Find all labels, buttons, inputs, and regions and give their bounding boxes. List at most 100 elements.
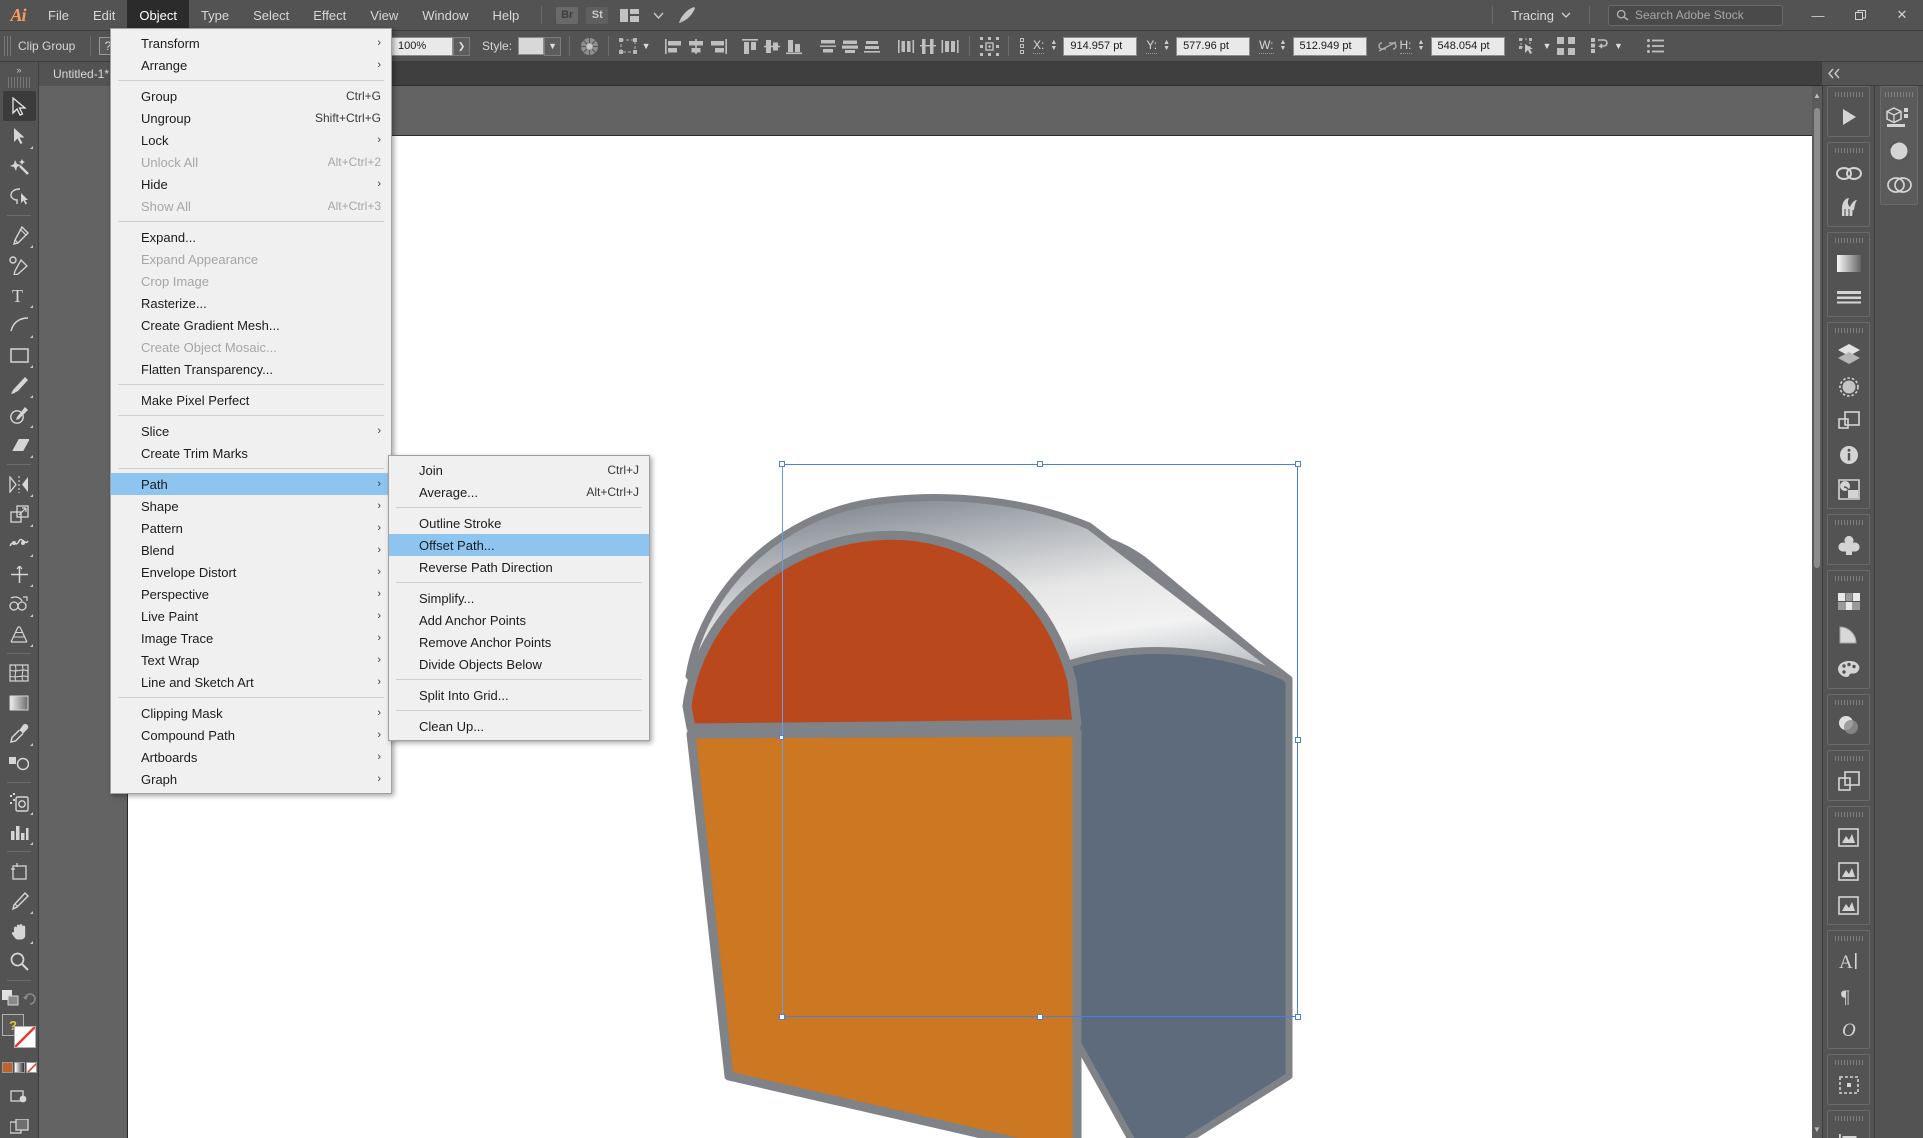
selection-handle-br[interactable]	[1295, 1014, 1301, 1020]
align-right-icon[interactable]	[707, 35, 729, 57]
opacity-field[interactable]: 100%	[391, 36, 454, 56]
selection-center-anchor[interactable]	[779, 735, 784, 740]
align-bottom-icon[interactable]	[783, 35, 805, 57]
gradient-button[interactable]	[13, 1062, 25, 1073]
menu-item-live-paint[interactable]: Live Paint ›	[111, 605, 391, 627]
properties-play-icon[interactable]	[1828, 100, 1869, 134]
control-bar-grip[interactable]	[4, 36, 11, 56]
gradient-icon[interactable]	[1828, 246, 1869, 280]
menu-item-group[interactable]: Group Ctrl+G	[111, 85, 391, 107]
menu-item-offset-path[interactable]: Offset Path...	[389, 534, 649, 556]
appearance-icon[interactable]	[1828, 370, 1869, 404]
menubar-item-help[interactable]: Help	[480, 0, 531, 31]
distribute-horizontal-left-icon[interactable]	[895, 35, 917, 57]
blend-tool[interactable]	[3, 748, 36, 778]
panel-grip[interactable]	[1834, 145, 1863, 155]
transform-dropdown-icon[interactable]: ▼	[639, 37, 653, 56]
color-panel-icon[interactable]	[1828, 652, 1869, 686]
distribute-top-icon[interactable]	[817, 35, 839, 57]
line-segment-tool[interactable]	[3, 310, 36, 340]
3d-materials-icon[interactable]	[1881, 100, 1917, 134]
menubar-item-view[interactable]: View	[358, 0, 410, 31]
scrollbar-thumb[interactable]	[1814, 108, 1820, 568]
menu-item-outline-stroke[interactable]: Outline Stroke	[389, 512, 649, 534]
character-icon[interactable]: A	[1828, 944, 1869, 978]
menu-item-create-trim-marks[interactable]: Create Trim Marks	[111, 442, 391, 464]
document-setup-icon[interactable]	[1589, 35, 1611, 57]
transform-bounding-icon[interactable]	[617, 35, 639, 57]
layers-icon[interactable]	[1828, 336, 1869, 370]
zoom-tool[interactable]	[3, 946, 36, 976]
scroll-up-arrow-icon[interactable]: ▲	[1812, 89, 1822, 101]
w-stepper[interactable]: ▲ ▼	[1277, 37, 1290, 56]
eyedropper-tool[interactable]	[3, 718, 36, 748]
right-panel-collapse-bar[interactable]	[1822, 62, 1923, 86]
reference-point-icon[interactable]	[1017, 35, 1033, 57]
width-tool[interactable]	[3, 529, 36, 559]
menubar-item-object[interactable]: Object	[127, 0, 189, 31]
arrange-documents-grid-icon[interactable]	[1555, 35, 1577, 57]
artboard-tool[interactable]	[3, 856, 36, 886]
w-field[interactable]: 512.949 pt	[1292, 36, 1367, 56]
libraries-icon-2[interactable]	[1828, 854, 1869, 888]
selection-handle-mr[interactable]	[1295, 737, 1301, 743]
mesh-tool[interactable]	[3, 658, 36, 688]
minimize-button[interactable]: —	[1797, 0, 1839, 31]
panel-grip[interactable]	[1834, 573, 1863, 583]
perspective-grid-tool[interactable]	[3, 619, 36, 649]
panel-grip[interactable]	[1885, 89, 1913, 99]
change-screen-mode-icon[interactable]	[3, 1081, 36, 1111]
color-guide-icon[interactable]	[1828, 618, 1869, 652]
stroke-panel-icon[interactable]	[1828, 280, 1869, 314]
menu-item-perspective[interactable]: Perspective ›	[111, 583, 391, 605]
control-bar-menu-icon[interactable]	[1645, 35, 1667, 57]
hand-tool[interactable]	[3, 916, 36, 946]
canvas-vertical-scrollbar[interactable]: ▲ ▼	[1812, 86, 1822, 1138]
menu-item-ungroup[interactable]: Ungroup Shift+Ctrl+G	[111, 107, 391, 129]
curvature-tool[interactable]	[3, 250, 36, 280]
menu-item-add-anchor-points[interactable]: Add Anchor Points	[389, 609, 649, 631]
menu-item-clipping-mask[interactable]: Clipping Mask ›	[111, 702, 391, 724]
menu-item-simplify[interactable]: Simplify...	[389, 587, 649, 609]
align-to-selection-icon[interactable]	[978, 35, 1000, 57]
scroll-down-arrow-icon[interactable]: ▼	[1812, 1123, 1822, 1135]
paragraph-icon[interactable]: ¶	[1828, 978, 1869, 1012]
menu-item-arrange[interactable]: Arrange ›	[111, 54, 391, 76]
h-stepper[interactable]: ▲ ▼	[1415, 37, 1428, 56]
menubar-item-window[interactable]: Window	[410, 0, 480, 31]
shaper-tool[interactable]	[3, 400, 36, 430]
selection-handle-bl[interactable]	[779, 1014, 785, 1020]
menu-item-hide[interactable]: Hide ›	[111, 173, 391, 195]
bridge-icon[interactable]: Br	[556, 6, 579, 24]
selection-handle-bc[interactable]	[1037, 1014, 1043, 1020]
rectangle-tool[interactable]	[3, 340, 36, 370]
eraser-tool[interactable]	[3, 430, 36, 460]
selection-handle-tc[interactable]	[1037, 461, 1043, 467]
libraries-icon[interactable]	[1828, 820, 1869, 854]
panel-grip[interactable]	[1834, 325, 1863, 335]
menu-item-shape[interactable]: Shape ›	[111, 495, 391, 517]
panel-grip[interactable]	[1834, 89, 1863, 99]
artboards-icon[interactable]	[1828, 1068, 1869, 1102]
transparency-icon[interactable]	[1828, 708, 1869, 742]
align-top-icon[interactable]	[739, 35, 761, 57]
menu-item-remove-anchor-points[interactable]: Remove Anchor Points	[389, 631, 649, 653]
pathfinder-icon[interactable]	[1828, 404, 1869, 438]
distribute-horizontal-right-icon[interactable]	[939, 35, 961, 57]
workspace-switcher[interactable]: Tracing	[1503, 8, 1579, 23]
glyphs-icon[interactable]: O	[1828, 1012, 1869, 1046]
distribute-horizontal-center-icon[interactable]	[917, 35, 939, 57]
libraries-icon-3[interactable]	[1828, 888, 1869, 922]
menu-item-compound-path[interactable]: Compound Path ›	[111, 724, 391, 746]
menu-item-blend[interactable]: Blend ›	[111, 539, 391, 561]
close-button[interactable]: ✕	[1881, 0, 1923, 31]
align-left-icon[interactable]	[663, 35, 685, 57]
object-menu[interactable]: Transform › Arrange › Group Ctrl+G Ungroup Shif…	[110, 28, 392, 794]
pen-tool[interactable]	[3, 220, 36, 250]
menubar-item-edit[interactable]: Edit	[81, 0, 127, 31]
stock-icon[interactable]: St	[586, 6, 609, 24]
align-icon[interactable]	[1828, 1124, 1869, 1138]
selection-handle-tr[interactable]	[1295, 461, 1301, 467]
restore-button[interactable]	[1839, 0, 1881, 31]
menu-item-flatten-transparency[interactable]: Flatten Transparency...	[111, 358, 391, 380]
